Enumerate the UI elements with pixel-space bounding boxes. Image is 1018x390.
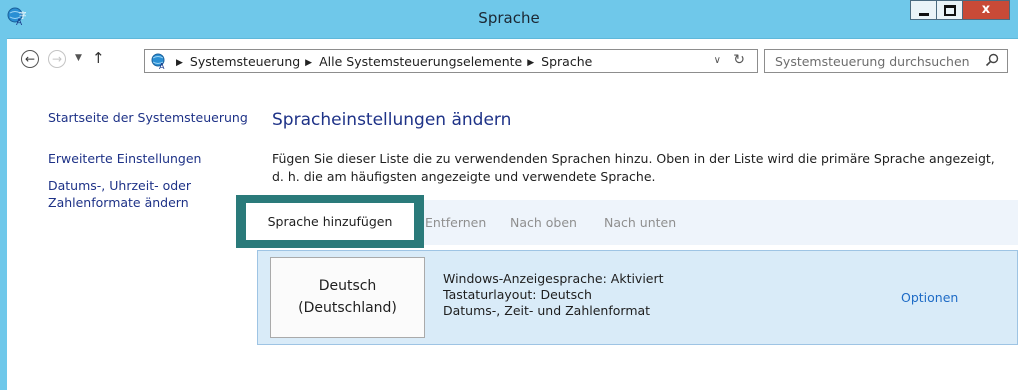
search-box: [764, 49, 1008, 73]
move-up-button[interactable]: Nach oben: [510, 215, 577, 230]
keyboard-layout-status: Tastaturlayout: Deutsch: [443, 287, 592, 302]
svg-text:A: A: [159, 62, 165, 69]
title-bar: A 字 Sprache x: [0, 0, 1018, 39]
add-language-button[interactable]: Sprache hinzufügen: [246, 203, 414, 240]
recent-pages-dropdown[interactable]: ▼: [75, 53, 82, 63]
minimize-icon: [918, 13, 929, 16]
navigation-bar: ← → ▼ ↑ A ▶ Systemsteuerung ▶ Alle Systemst…: [7, 39, 1018, 81]
description-line1: Fügen Sie dieser Liste die zu verwendend…: [272, 151, 995, 166]
minimize-button[interactable]: [910, 0, 937, 20]
description-line2: d. h. die am häufigsten angezeigte und v…: [272, 169, 656, 184]
add-language-button-highlight: Sprache hinzufügen: [236, 195, 424, 248]
language-name-box[interactable]: Deutsch (Deutschland): [270, 257, 425, 338]
sidebar-link-formats[interactable]: Datums-, Uhrzeit- oder Zahlenformate änd…: [48, 177, 191, 211]
display-language-status: Windows-Anzeigesprache: Aktiviert: [443, 271, 664, 286]
move-down-button[interactable]: Nach unten: [604, 215, 676, 230]
language-details: Windows-Anzeigesprache: Aktiviert Tastat…: [443, 271, 664, 319]
remove-button[interactable]: Entfernen: [425, 215, 486, 230]
sidebar-link-formats-line1: Datums-, Uhrzeit- oder: [48, 178, 191, 193]
close-button[interactable]: x: [962, 0, 1010, 20]
maximize-button[interactable]: [936, 0, 963, 20]
sidebar-link-home[interactable]: Startseite der Systemsteuerung: [48, 109, 248, 126]
format-status: Datums-, Zeit- und Zahlenformat: [443, 303, 651, 318]
address-bar[interactable]: A ▶ Systemsteuerung ▶ Alle Systemsteuerungs…: [144, 49, 758, 73]
page-description: Fügen Sie dieser Liste die zu verwendend…: [272, 150, 1012, 186]
forward-button[interactable]: →: [48, 50, 66, 68]
breadcrumb: ▶ Systemsteuerung ▶ Alle Systemsteuerungsel…: [171, 54, 592, 69]
window-title: Sprache: [478, 9, 540, 27]
language-options-link[interactable]: Optionen: [901, 290, 958, 305]
breadcrumb-item-alle-elemente[interactable]: Alle Systemsteuerungselemente: [319, 54, 522, 69]
sidebar-link-formats-line2: Zahlenformate ändern: [48, 195, 189, 210]
search-input[interactable]: [765, 50, 985, 72]
page-title: Spracheinstellungen ändern: [272, 110, 512, 130]
back-button[interactable]: ←: [21, 50, 39, 68]
maximize-icon: [943, 5, 956, 16]
address-dropdown-icon[interactable]: ∨: [714, 55, 721, 66]
breadcrumb-item-systemsteuerung[interactable]: Systemsteuerung: [190, 54, 300, 69]
sidebar-link-advanced-settings[interactable]: Erweiterte Einstellungen: [48, 150, 201, 167]
breadcrumb-separator: ▶: [176, 58, 183, 68]
search-icon[interactable]: [985, 53, 999, 67]
breadcrumb-item-sprache[interactable]: Sprache: [541, 54, 592, 69]
language-region: (Deutschland): [298, 300, 397, 316]
refresh-icon[interactable]: ↻: [733, 52, 745, 68]
breadcrumb-separator: ▶: [527, 58, 535, 68]
up-button[interactable]: ↑: [92, 49, 105, 67]
language-name: Deutsch: [318, 278, 377, 294]
breadcrumb-separator: ▶: [305, 58, 313, 68]
window-border: [0, 38, 7, 390]
control-panel-icon: A: [151, 53, 165, 69]
